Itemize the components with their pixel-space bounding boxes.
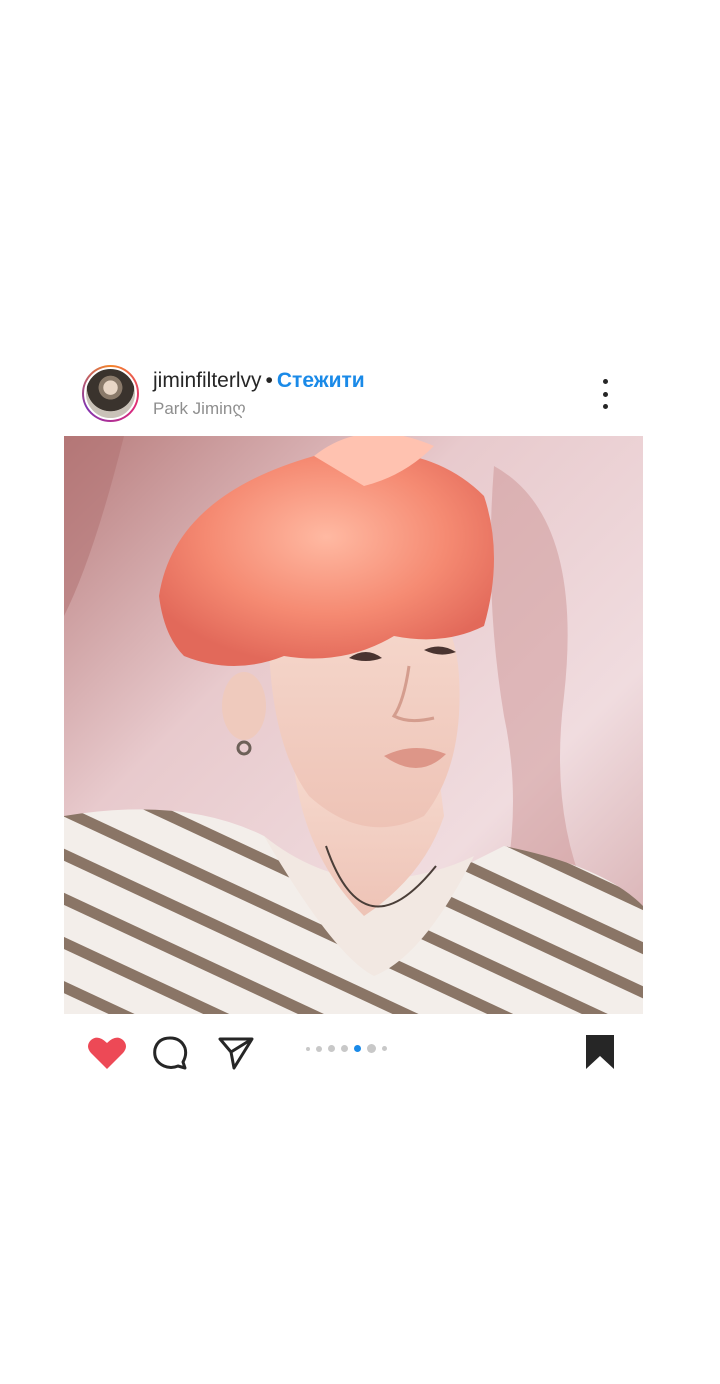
more-options-icon[interactable] [597, 379, 613, 409]
location-link[interactable]: Park Jiminღ [153, 399, 246, 419]
post-header: jiminfilterlvy • Стежити Park Jiminღ [64, 355, 643, 436]
user-line: jiminfilterlvy • Стежити [153, 368, 365, 394]
separator-dot: • [265, 369, 273, 392]
bookmark-icon[interactable] [585, 1034, 615, 1070]
post-card: jiminfilterlvy • Стежити Park Jiminღ [64, 355, 643, 1092]
post-photo[interactable] [64, 436, 643, 1014]
heart-icon[interactable] [87, 1035, 127, 1071]
carousel-indicator [306, 1044, 387, 1053]
carousel-dot [316, 1045, 322, 1052]
follow-button[interactable]: Стежити [277, 369, 365, 392]
avatar[interactable] [82, 365, 139, 422]
carousel-dot [367, 1044, 376, 1053]
carousel-dot-active [354, 1045, 361, 1052]
comment-icon[interactable] [152, 1035, 188, 1071]
send-icon[interactable] [217, 1034, 255, 1072]
carousel-dot [382, 1046, 387, 1051]
username-link[interactable]: jiminfilterlvy [153, 369, 262, 392]
post-photo-illustration [64, 436, 643, 1014]
carousel-dot [341, 1045, 348, 1052]
carousel-dot [328, 1045, 335, 1052]
carousel-dot [306, 1046, 310, 1051]
avatar-image [84, 367, 137, 420]
action-bar [64, 1014, 643, 1092]
